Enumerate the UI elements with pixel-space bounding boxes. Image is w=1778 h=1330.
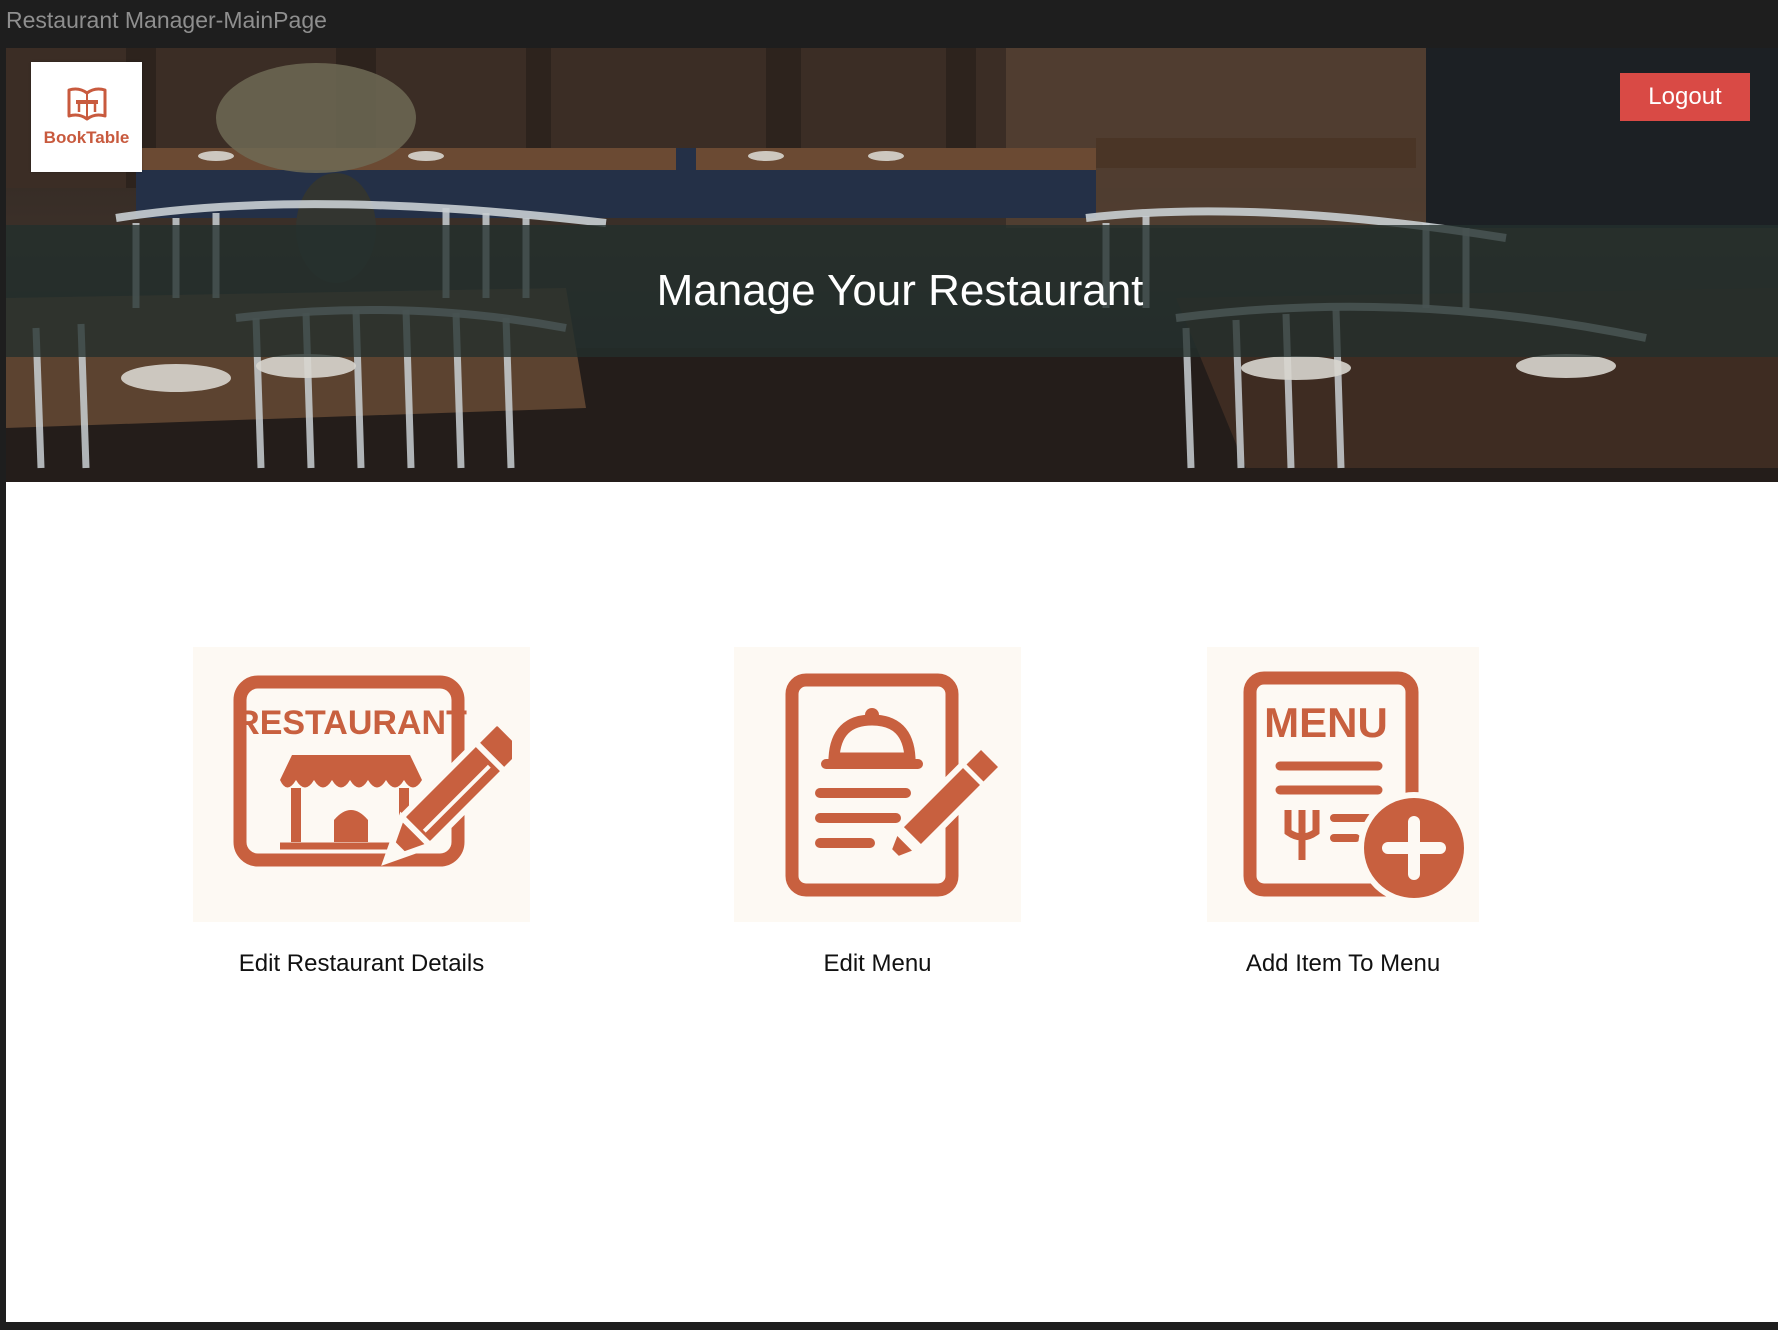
edit-menu-label[interactable]: Edit Menu	[734, 950, 1021, 978]
book-table-icon	[67, 87, 106, 121]
restaurant-sign-text: RESTAURANT	[235, 704, 467, 742]
add-item-to-menu-tile[interactable]: MENU	[1207, 647, 1479, 922]
menu-add-icon: MENU	[1243, 671, 1468, 904]
window-title: Restaurant Manager-MainPage	[6, 7, 327, 33]
menu-edit-icon	[785, 673, 998, 896]
add-item-to-menu-label[interactable]: Add Item To Menu	[1207, 950, 1479, 978]
app-window: BookTable Logout Manage Your Restaurant …	[6, 48, 1778, 1322]
add-item-to-menu-card[interactable]: MENU Add Item To Menu	[1207, 647, 1479, 978]
edit-menu-card[interactable]: Edit Menu	[734, 647, 1021, 978]
logo-text: BookTable	[43, 128, 130, 147]
restaurant-edit-icon: RESTAURANT	[233, 675, 512, 866]
edit-restaurant-details-label[interactable]: Edit Restaurant Details	[193, 950, 530, 978]
page-title: Manage Your Restaurant	[656, 266, 1144, 315]
edit-restaurant-details-tile[interactable]: RESTAURANT	[193, 647, 530, 922]
edit-menu-tile[interactable]	[734, 647, 1021, 922]
page-banner: Manage Your Restaurant	[6, 225, 1778, 357]
edit-restaurant-details-card[interactable]: RESTAURANT Edit Restaurant Details	[193, 647, 530, 978]
window-titlebar: Restaurant Manager-MainPage	[0, 0, 1778, 48]
hero-header: BookTable Logout Manage Your Restaurant	[6, 48, 1778, 482]
booktable-logo[interactable]: BookTable	[31, 62, 142, 172]
menu-sign-text: MENU	[1264, 699, 1388, 746]
logout-button[interactable]: Logout	[1620, 73, 1750, 121]
